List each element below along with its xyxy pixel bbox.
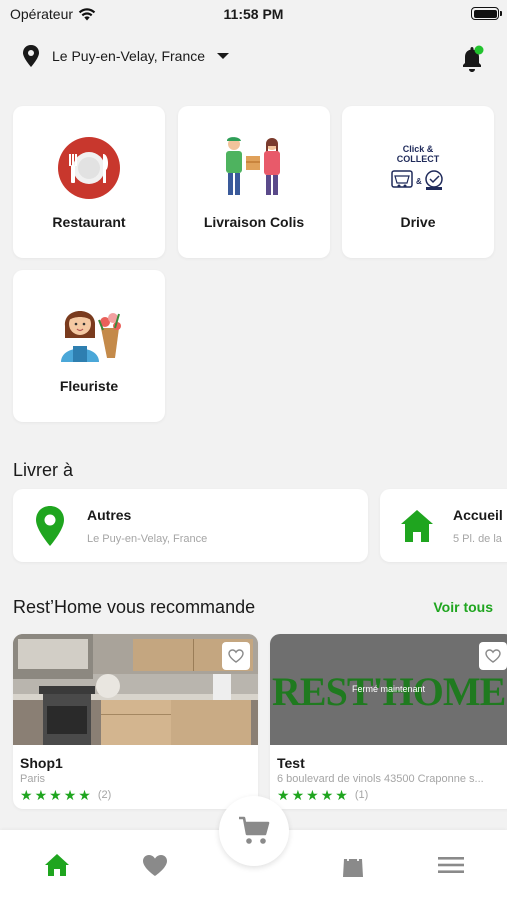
category-fleuriste[interactable]: Fleuriste (13, 270, 165, 422)
clock: 11:58 PM (223, 6, 284, 22)
category-drive[interactable]: Click & COLLECT & Drive (342, 106, 494, 258)
location-selector[interactable]: Le Puy-en-Velay, France (22, 45, 230, 67)
cart-icon (239, 816, 270, 844)
favorite-button[interactable] (222, 642, 250, 670)
shop-card-shop1[interactable]: Shop1 Paris ★ ★ ★ ★ ★ (2) (13, 634, 258, 809)
favorite-button[interactable] (479, 642, 507, 670)
heart-outline-icon (485, 649, 501, 663)
star-icon: ★ (20, 787, 33, 803)
star-icon: ★ (320, 787, 334, 803)
chevron-down-icon (217, 53, 230, 59)
status-bar: Opérateur 11:58 PM (0, 0, 507, 30)
address-subtitle: 5 Pl. de la (453, 532, 502, 545)
parcel-delivery-icon (220, 134, 288, 202)
home-icon (400, 509, 433, 542)
review-count: (1) (354, 789, 369, 801)
nav-favorites[interactable] (140, 850, 170, 880)
heart-outline-icon (228, 649, 244, 663)
location-label: Le Puy-en-Velay, France (52, 48, 206, 64)
shop-location: 6 boulevard de vinols 43500 Craponne s..… (277, 773, 484, 785)
shop-rating: ★ ★ ★ ★ ★ (2) (20, 788, 258, 802)
address-title: Accueil (453, 506, 503, 523)
star-icon: ★ (335, 787, 348, 803)
deliver-section-title: Livrer à (13, 460, 74, 480)
location-pin-icon (23, 45, 39, 67)
review-count: (2) (97, 789, 112, 801)
notifications-button[interactable] (459, 44, 485, 74)
home-icon (45, 854, 69, 876)
see-all-link[interactable]: Voir tous (433, 599, 493, 615)
star-icon: ★ (306, 787, 319, 803)
address-subtitle: Le Puy-en-Velay, France (87, 532, 208, 545)
category-restaurant[interactable]: Restaurant (13, 106, 165, 258)
recommend-section-title: Rest’Home vous recommande (13, 597, 256, 617)
shop-location: Paris (20, 773, 46, 785)
star-icon: ★ (291, 787, 305, 803)
category-label: Fleuriste (59, 378, 119, 394)
bell-icon (463, 45, 484, 72)
nav-orders[interactable] (338, 850, 368, 880)
click-collect-icon: Click & COLLECT & (384, 134, 452, 202)
shopping-bag-icon (343, 852, 363, 877)
nav-home[interactable] (42, 850, 72, 880)
heart-icon (143, 854, 167, 876)
category-label: Livraison Colis (203, 214, 305, 230)
location-pin-icon (36, 505, 64, 546)
cart-button[interactable] (219, 796, 289, 866)
notification-dot (474, 45, 484, 55)
star-icon: ★ (277, 787, 290, 803)
shop-card-test[interactable]: REST'HOME Fermé maintenant Test 6 boulev… (270, 634, 507, 809)
shop-image: REST'HOME Fermé maintenant (270, 634, 507, 745)
category-label: Restaurant (52, 214, 126, 230)
nav-menu[interactable] (436, 850, 466, 880)
star-icon: ★ (49, 787, 62, 803)
star-icon: ★ (63, 787, 77, 803)
star-icon: ★ (78, 787, 91, 803)
address-title: Autres (87, 506, 132, 523)
closed-label: Fermé maintenant (352, 684, 426, 694)
restaurant-plate-icon (55, 134, 123, 202)
address-card-autres[interactable]: Autres Le Puy-en-Velay, France (13, 489, 368, 562)
menu-icon (438, 857, 464, 873)
address-card-accueil[interactable]: Accueil 5 Pl. de la (380, 489, 507, 562)
svg-text:&: & (416, 177, 422, 186)
battery-icon (471, 7, 502, 20)
florist-icon (55, 298, 123, 366)
shop-image (13, 634, 258, 745)
shop-name: Shop1 (20, 755, 63, 771)
shop-rating: ★ ★ ★ ★ ★ (1) (277, 788, 507, 802)
category-livraison-colis[interactable]: Livraison Colis (178, 106, 330, 258)
category-label: Drive (400, 214, 436, 230)
shop-name: Test (277, 755, 305, 771)
star-icon: ★ (34, 787, 48, 803)
